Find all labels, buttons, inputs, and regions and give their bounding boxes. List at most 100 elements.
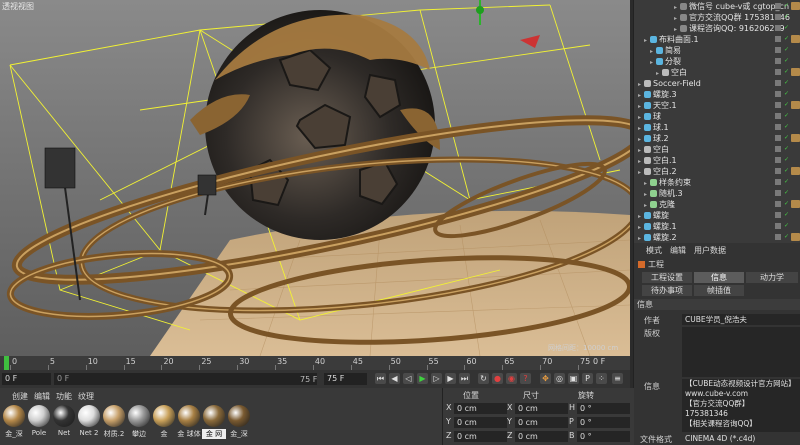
- material-swatch[interactable]: [203, 405, 225, 427]
- move-key-icon[interactable]: ✥: [540, 373, 551, 384]
- material-label[interactable]: 金 球体: [177, 429, 201, 439]
- visibility-check-icon[interactable]: ✓: [784, 69, 789, 75]
- playhead[interactable]: [4, 356, 9, 370]
- menu-user-data[interactable]: 用户数据: [694, 245, 726, 256]
- loop-icon[interactable]: ↻: [478, 373, 489, 384]
- layer-checkbox[interactable]: [775, 168, 781, 174]
- size-field[interactable]: 0 cm: [515, 431, 568, 442]
- material-swatch[interactable]: [103, 405, 125, 427]
- visibility-check-icon[interactable]: ✓: [784, 124, 789, 130]
- object-row[interactable]: ▸ 课程咨询QQ: 916206209 ✓: [634, 23, 800, 34]
- tab-info[interactable]: 信息: [694, 272, 744, 283]
- layer-checkbox[interactable]: [775, 135, 781, 141]
- visibility-check-icon[interactable]: ✓: [784, 36, 789, 42]
- tab-todo[interactable]: 待办事项: [642, 285, 692, 296]
- object-row[interactable]: ▸ 球.2 ✓: [634, 133, 800, 144]
- layer-checkbox[interactable]: [775, 91, 781, 97]
- object-row[interactable]: ▸ 球.1 ✓: [634, 122, 800, 133]
- tab-dynamics[interactable]: 动力学: [746, 272, 798, 283]
- visibility-check-icon[interactable]: ✓: [784, 102, 789, 108]
- position-field[interactable]: 0 cm: [454, 403, 507, 414]
- size-field[interactable]: 0 cm: [515, 417, 568, 428]
- layer-checkbox[interactable]: [775, 58, 781, 64]
- object-row[interactable]: ▸ 微信号 cube-v或 cgtop_cn ✓: [634, 1, 800, 12]
- menu-mode[interactable]: 模式: [646, 245, 662, 256]
- layer-checkbox[interactable]: [775, 36, 781, 42]
- visibility-check-icon[interactable]: ✓: [784, 201, 789, 207]
- layer-checkbox[interactable]: [775, 146, 781, 152]
- material-label[interactable]: 金_深: [2, 429, 26, 439]
- size-field[interactable]: 0 cm: [515, 403, 568, 414]
- menu-edit[interactable]: 编辑: [34, 391, 50, 402]
- object-row[interactable]: ▸ 官方交流QQ群 175381346 ✓: [634, 12, 800, 23]
- layer-checkbox[interactable]: [775, 3, 781, 9]
- prev-key-icon[interactable]: ◀: [389, 373, 400, 384]
- rotation-field[interactable]: 0 °: [577, 431, 630, 442]
- layer-checkbox[interactable]: [775, 157, 781, 163]
- rotation-field[interactable]: 0 °: [577, 417, 630, 428]
- object-row[interactable]: ▸ 分裂 ✓: [634, 56, 800, 67]
- material-tag-icon[interactable]: [791, 233, 800, 241]
- material-tag-icon[interactable]: [791, 167, 800, 175]
- go-to-end-icon[interactable]: ⏭: [459, 373, 470, 384]
- layer-checkbox[interactable]: [775, 113, 781, 119]
- visibility-check-icon[interactable]: ✓: [784, 91, 789, 97]
- go-to-start-icon[interactable]: ⏮: [375, 373, 386, 384]
- material-label[interactable]: 金_深: [227, 429, 251, 439]
- material-tag-icon[interactable]: [791, 68, 800, 76]
- material-tag-icon[interactable]: [791, 2, 800, 10]
- layer-checkbox[interactable]: [775, 234, 781, 240]
- visibility-check-icon[interactable]: ✓: [784, 80, 789, 86]
- material-tag-icon[interactable]: [791, 35, 800, 43]
- param-key-icon[interactable]: P: [582, 373, 593, 384]
- author-field[interactable]: CUBE学员_倪浩夫: [682, 314, 800, 325]
- visibility-check-icon[interactable]: ✓: [784, 179, 789, 185]
- object-row[interactable]: ▸ 样条约束 ✓: [634, 177, 800, 188]
- visibility-check-icon[interactable]: ✓: [784, 157, 789, 163]
- visibility-check-icon[interactable]: ✓: [784, 146, 789, 152]
- perspective-viewport[interactable]: 透视视图 网格间距：10000 cm: [0, 0, 630, 356]
- visibility-check-icon[interactable]: ✓: [784, 47, 789, 53]
- next-key-icon[interactable]: ▶: [445, 373, 456, 384]
- info-field[interactable]: 【CUBE动态视频设计官方网站】 www.cube-v.com 【官方交流QQ群…: [682, 379, 800, 432]
- rotation-field[interactable]: 0 °: [577, 403, 630, 414]
- object-row[interactable]: ▸ 简易 ✓: [634, 45, 800, 56]
- point-level-icon[interactable]: ⁘: [596, 373, 607, 384]
- material-tag-icon[interactable]: [791, 134, 800, 142]
- material-label[interactable]: Net: [52, 429, 76, 437]
- visibility-check-icon[interactable]: ✓: [784, 3, 789, 9]
- visibility-check-icon[interactable]: ✓: [784, 135, 789, 141]
- object-row[interactable]: ▸ Soccer-Field ✓: [634, 78, 800, 89]
- object-row[interactable]: ▸ 空白.1 ✓: [634, 155, 800, 166]
- material-swatch[interactable]: [228, 405, 250, 427]
- material-swatch[interactable]: [28, 405, 50, 427]
- end-frame-field[interactable]: 75 F: [324, 373, 367, 385]
- position-field[interactable]: 0 cm: [454, 417, 507, 428]
- layer-checkbox[interactable]: [775, 102, 781, 108]
- layer-checkbox[interactable]: [775, 69, 781, 75]
- material-tag-icon[interactable]: [791, 200, 800, 208]
- menu-function[interactable]: 功能: [56, 391, 72, 402]
- auto-key-icon[interactable]: ◉: [506, 373, 517, 384]
- scale-key-icon[interactable]: ▣: [568, 373, 579, 384]
- material-swatch[interactable]: [53, 405, 75, 427]
- object-row[interactable]: ▸ 布料曲面.1 ✓: [634, 34, 800, 45]
- material-swatch[interactable]: [178, 405, 200, 427]
- layer-checkbox[interactable]: [775, 223, 781, 229]
- material-label[interactable]: 材质.2: [102, 429, 126, 439]
- visibility-check-icon[interactable]: ✓: [784, 223, 789, 229]
- timeline-settings-icon[interactable]: ≡: [612, 373, 623, 384]
- layer-checkbox[interactable]: [775, 14, 781, 20]
- object-row[interactable]: ▸ 空白.2 ✓: [634, 166, 800, 177]
- tab-frame-interpolation[interactable]: 帧插值: [694, 285, 744, 296]
- material-label[interactable]: 攀边: [127, 429, 151, 439]
- layer-checkbox[interactable]: [775, 25, 781, 31]
- object-row[interactable]: ▸ 随机.3 ✓: [634, 188, 800, 199]
- visibility-check-icon[interactable]: ✓: [784, 14, 789, 20]
- object-row[interactable]: ▸ 克隆 ✓: [634, 199, 800, 210]
- visibility-check-icon[interactable]: ✓: [784, 25, 789, 31]
- object-row[interactable]: ▸ 螺旋.1 ✓: [634, 221, 800, 232]
- timeline-ruler[interactable]: 0 5 10 15 20 25 30 35 40 45 50 55 60 65 70 75 0 F: [0, 356, 630, 370]
- prev-frame-icon[interactable]: ◁: [403, 373, 414, 384]
- material-swatch[interactable]: [3, 405, 25, 427]
